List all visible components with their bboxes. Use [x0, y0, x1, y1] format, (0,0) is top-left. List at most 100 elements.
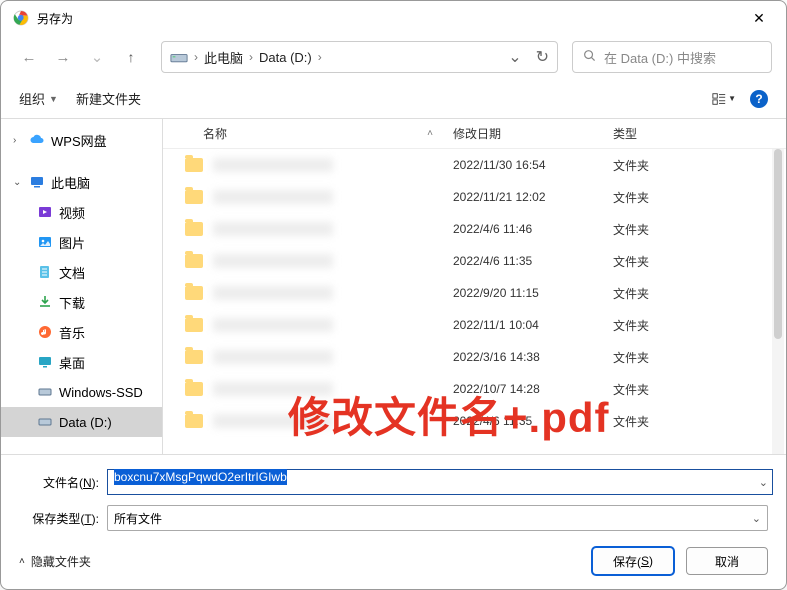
sidebar-item-music[interactable]: 音乐 — [1, 317, 162, 347]
file-date: 2022/3/16 14:38 — [453, 350, 613, 364]
download-icon — [37, 294, 53, 310]
save-as-dialog: 另存为 ✕ ← → ⌄ ↑ › 此电脑 › Data (D:) › ⌄ ↻ 在 … — [0, 0, 787, 590]
refresh-button[interactable]: ↻ — [536, 47, 549, 67]
help-button[interactable]: ? — [750, 90, 768, 108]
chevron-right-icon: › — [249, 50, 253, 64]
file-row[interactable]: 2022/10/7 14:28文件夹 — [163, 373, 786, 405]
scrollbar-thumb[interactable] — [774, 149, 782, 339]
video-icon — [37, 204, 53, 220]
sidebar-item-windows-ssd[interactable]: Windows-SSD — [1, 377, 162, 407]
file-date: 2022/10/7 14:28 — [453, 382, 613, 396]
file-type: 文件夹 — [613, 413, 786, 430]
search-icon — [583, 49, 596, 65]
sidebar-item-documents[interactable]: 文档 — [1, 257, 162, 287]
file-row[interactable]: 2022/3/16 14:38文件夹 — [163, 341, 786, 373]
file-date: 2022/9/20 11:15 — [453, 286, 613, 300]
save-button[interactable]: 保存(S) — [592, 547, 674, 575]
navbar: ← → ⌄ ↑ › 此电脑 › Data (D:) › ⌄ ↻ 在 Data (… — [1, 35, 786, 79]
file-row[interactable]: 2022/4/6 11:46文件夹 — [163, 213, 786, 245]
search-input[interactable]: 在 Data (D:) 中搜索 — [572, 41, 772, 73]
breadcrumb-root[interactable]: 此电脑 — [204, 48, 243, 67]
file-date: 2022/11/21 12:02 — [453, 190, 613, 204]
filename-label: 文件名(N): — [19, 474, 99, 491]
file-row[interactable]: 2022/11/30 16:54文件夹 — [163, 149, 786, 181]
file-row[interactable]: 2022/9/20 11:15文件夹 — [163, 277, 786, 309]
file-type: 文件夹 — [613, 157, 786, 174]
file-row[interactable]: 2022/11/21 12:02文件夹 — [163, 181, 786, 213]
drive-icon — [37, 414, 53, 430]
folder-icon — [185, 222, 203, 236]
filename-input[interactable]: boxcnu7xMsgPqwdO2erItrIGIwb — [107, 469, 773, 495]
file-date: 2022/11/1 10:04 — [453, 318, 613, 332]
recent-dropdown[interactable]: ⌄ — [83, 43, 111, 71]
sidebar-item-pictures[interactable]: 图片 — [1, 227, 162, 257]
file-list: 名称˄ 修改日期 类型 2022/11/30 16:54文件夹2022/11/2… — [163, 119, 786, 454]
forward-button[interactable]: → — [49, 43, 77, 71]
folder-icon — [185, 158, 203, 172]
search-placeholder: 在 Data (D:) 中搜索 — [604, 48, 716, 67]
sidebar-item-data-d[interactable]: Data (D:) — [1, 407, 162, 437]
file-type: 文件夹 — [613, 285, 786, 302]
file-type: 文件夹 — [613, 381, 786, 398]
form-area: 文件名(N): boxcnu7xMsgPqwdO2erItrIGIwb ⌄ 保存… — [1, 454, 786, 541]
chevron-right-icon: › — [13, 135, 23, 146]
file-name-blurred — [213, 318, 333, 332]
file-name-blurred — [213, 350, 333, 364]
sidebar: › WPS网盘 ⌄ 此电脑 视频 图片 文档 — [1, 119, 163, 454]
body: › WPS网盘 ⌄ 此电脑 视频 图片 文档 — [1, 119, 786, 454]
chevron-down-icon: ⌄ — [13, 177, 23, 188]
file-row[interactable]: 2022/4/6 11:35文件夹 — [163, 245, 786, 277]
column-type[interactable]: 类型 — [613, 125, 786, 142]
file-date: 2022/11/30 16:54 — [453, 158, 613, 172]
file-row[interactable]: 2022/11/1 10:04文件夹 — [163, 309, 786, 341]
file-type: 文件夹 — [613, 253, 786, 270]
up-button[interactable]: ↑ — [117, 43, 145, 71]
footer: ˄隐藏文件夹 保存(S) 取消 — [1, 541, 786, 589]
filetype-label: 保存类型(T): — [19, 510, 99, 527]
drive-icon — [170, 50, 188, 64]
filetype-select[interactable]: 所有文件 ⌄ — [107, 505, 768, 531]
sidebar-item-downloads[interactable]: 下载 — [1, 287, 162, 317]
music-icon — [37, 324, 53, 340]
folder-icon — [185, 414, 203, 428]
column-date[interactable]: 修改日期 — [453, 125, 613, 142]
file-type: 文件夹 — [613, 349, 786, 366]
column-headers: 名称˄ 修改日期 类型 — [163, 119, 786, 149]
file-name-blurred — [213, 414, 333, 428]
filename-dropdown[interactable]: ⌄ — [759, 476, 768, 489]
dialog-title: 另存为 — [37, 10, 73, 27]
breadcrumb-location[interactable]: Data (D:) — [259, 50, 312, 65]
organize-menu[interactable]: 组织 ▼ — [19, 89, 58, 108]
address-dropdown[interactable]: ⌄ — [508, 47, 521, 67]
scrollbar[interactable] — [772, 149, 784, 454]
file-date: 2022/4/6 11:46 — [453, 222, 613, 236]
pc-icon — [29, 174, 45, 190]
address-bar[interactable]: › 此电脑 › Data (D:) › ⌄ ↻ — [161, 41, 558, 73]
sidebar-item-desktop[interactable]: 桌面 — [1, 347, 162, 377]
back-button[interactable]: ← — [15, 43, 43, 71]
cloud-icon — [29, 132, 45, 148]
column-name[interactable]: 名称˄ — [163, 125, 453, 142]
folder-icon — [185, 190, 203, 204]
sidebar-item-video[interactable]: 视频 — [1, 197, 162, 227]
desktop-icon — [37, 354, 53, 370]
file-date: 2022/4/6 11:35 — [453, 414, 613, 428]
file-name-blurred — [213, 222, 333, 236]
pictures-icon — [37, 234, 53, 250]
sort-indicator-icon: ˄ — [427, 128, 433, 139]
folder-icon — [185, 382, 203, 396]
sidebar-item-this-pc[interactable]: ⌄ 此电脑 — [1, 167, 162, 197]
file-name-blurred — [213, 158, 333, 172]
hide-folders-toggle[interactable]: ˄隐藏文件夹 — [19, 553, 91, 570]
folder-icon — [185, 254, 203, 268]
file-name-blurred — [213, 254, 333, 268]
new-folder-button[interactable]: 新建文件夹 — [76, 89, 141, 108]
chrome-icon — [13, 10, 29, 26]
close-button[interactable]: ✕ — [744, 8, 774, 28]
file-row[interactable]: 2022/4/6 11:35文件夹 — [163, 405, 786, 437]
chevron-right-icon: › — [194, 50, 198, 64]
cancel-button[interactable]: 取消 — [686, 547, 768, 575]
view-mode-button[interactable]: ▼ — [712, 87, 736, 111]
sidebar-item-wps[interactable]: › WPS网盘 — [1, 125, 162, 155]
folder-icon — [185, 286, 203, 300]
